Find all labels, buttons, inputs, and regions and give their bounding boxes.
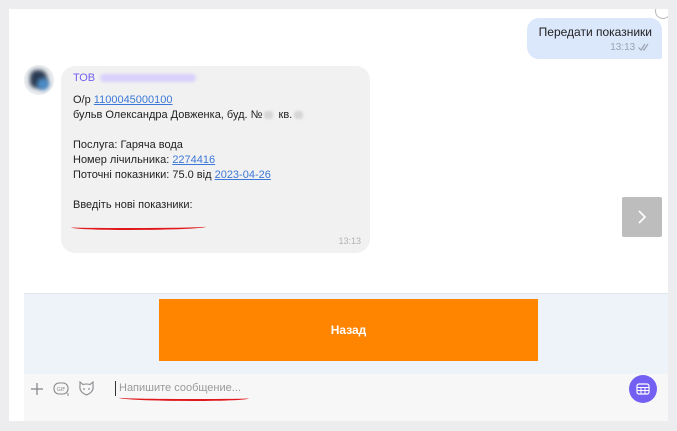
address-apt-label: кв.: [278, 109, 293, 121]
prompt-line: Введіть нові показники:: [73, 199, 193, 211]
svg-text:GIF: GIF: [57, 387, 65, 393]
double-check-icon: [638, 44, 649, 52]
meter-line: Номер лічильника: 2274416: [73, 153, 363, 168]
sticker-icon[interactable]: [78, 381, 95, 397]
outgoing-message-meta: 13:13: [539, 42, 652, 53]
outgoing-message-time: 13:13: [610, 42, 636, 53]
chat-window: Передати показники 13:13 ТОВ О/р 1100045…: [9, 9, 668, 421]
back-button[interactable]: Назад: [159, 299, 538, 361]
reading-line: Поточні показники: 75.0 від 2023-04-26: [73, 168, 363, 183]
account-line: О/р 1100045000100: [73, 93, 363, 108]
bot-avatar[interactable]: [24, 65, 54, 95]
redacted-sender: [100, 74, 197, 83]
next-button[interactable]: [622, 197, 662, 237]
meter-number-link[interactable]: 2274416: [172, 154, 215, 166]
outgoing-message-text: Передати показники: [538, 25, 652, 39]
redacted-apt: [294, 111, 304, 120]
message-body: О/р 1100045000100 бульв Олександра Довже…: [73, 93, 363, 213]
meter-label: Номер лічильника:: [73, 154, 170, 166]
gif-icon[interactable]: GIF: [53, 381, 71, 397]
sender-name: ТОВ: [73, 72, 197, 84]
address-prefix: бульв Олександра Довженка, буд. №: [73, 109, 263, 121]
sender-prefix: ТОВ: [73, 72, 96, 84]
service-line: Послуга: Гаряча вода: [73, 139, 183, 151]
chevron-right-icon: [638, 210, 647, 224]
account-number-link[interactable]: 1100045000100: [94, 94, 173, 106]
reading-label: Поточні показники: 75.0 від: [73, 169, 212, 181]
keyboard-grid-icon: [636, 383, 650, 395]
account-label: О/р: [73, 94, 91, 106]
text-caret: [115, 381, 116, 396]
incoming-message-time: 13:13: [338, 236, 361, 246]
window-corner: [655, 9, 668, 19]
plus-icon[interactable]: [30, 382, 44, 396]
keyboard-toggle-button[interactable]: [629, 375, 657, 403]
address-line: бульв Олександра Довженка, буд. № кв.: [73, 108, 363, 123]
outgoing-message[interactable]: Передати показники 13:13: [526, 18, 662, 59]
reading-date-link[interactable]: 2023-04-26: [215, 169, 271, 181]
redacted-house: [264, 111, 274, 120]
